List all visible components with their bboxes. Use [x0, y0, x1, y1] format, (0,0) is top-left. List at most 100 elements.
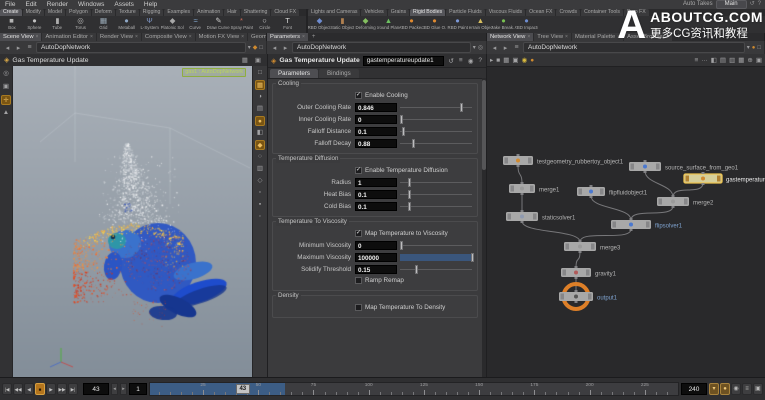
- forward-icon[interactable]: ▸: [281, 44, 290, 52]
- shelf-tool-ground-plane[interactable]: ▲Ground Plane: [377, 16, 400, 33]
- param-slider[interactable]: [400, 241, 472, 250]
- node-output-stub[interactable]: [579, 251, 582, 253]
- step-back-button[interactable]: ◀: [24, 383, 34, 395]
- param-tab-bindings[interactable]: Bindings: [319, 69, 359, 78]
- take-selector[interactable]: Main: [716, 0, 747, 9]
- net-grid-icon[interactable]: ▦: [503, 56, 509, 64]
- slider-handle[interactable]: [412, 139, 415, 148]
- shelf-tool-make-break-[interactable]: ●Make Break...: [492, 16, 515, 33]
- pane-tab-composite-view[interactable]: Composite View×: [142, 33, 195, 41]
- path-field[interactable]: AutoDopNetwork: [36, 42, 246, 53]
- node-flag-right[interactable]: [586, 270, 590, 276]
- move-tool-icon[interactable]: ✛: [1, 95, 11, 105]
- shelf-tab-pyro-fx[interactable]: Pyro FX: [624, 9, 649, 16]
- menu-assets[interactable]: Assets: [109, 0, 139, 9]
- shading-icon[interactable]: ◑: [255, 92, 265, 102]
- param-value-field[interactable]: 0.846: [355, 103, 397, 112]
- wireframe-icon[interactable]: ▤: [255, 104, 265, 114]
- net-more-icon[interactable]: ···: [701, 57, 708, 64]
- shelf-tool-metaball[interactable]: ●Metaball: [115, 16, 138, 33]
- compare-icon[interactable]: ≡: [458, 57, 464, 64]
- lock-icon[interactable]: □: [259, 45, 263, 51]
- param-slider[interactable]: [400, 139, 472, 148]
- pin-icon[interactable]: ◆: [253, 44, 258, 51]
- loop-mode-button[interactable]: ◉: [731, 383, 741, 395]
- checkbox[interactable]: ✓: [355, 92, 362, 99]
- shelf-tab-examples[interactable]: Examples: [164, 9, 193, 16]
- param-value-field[interactable]: 1: [355, 178, 397, 187]
- shelf-tab-lights-and-cameras[interactable]: Lights and Cameras: [308, 9, 360, 16]
- new-tab-button[interactable]: +: [673, 33, 683, 41]
- path-field[interactable]: AutoDopNetwork: [523, 42, 745, 53]
- history-icon[interactable]: ≡: [512, 44, 521, 51]
- net-rows-icon[interactable]: ▤: [720, 56, 726, 64]
- net-color-icon[interactable]: ●: [530, 57, 534, 64]
- net-cursor-icon[interactable]: ▸: [490, 56, 493, 64]
- info-icon[interactable]: ◉: [467, 57, 475, 65]
- close-icon[interactable]: ×: [36, 33, 39, 41]
- slider-handle[interactable]: [408, 190, 411, 199]
- net-thumb-icon[interactable]: ▦: [738, 56, 744, 64]
- node-input-stub[interactable]: [575, 266, 578, 268]
- misc-display-icon[interactable]: ◦: [255, 212, 265, 222]
- undo-icon[interactable]: ↺: [750, 0, 755, 9]
- menu-file[interactable]: File: [0, 0, 20, 9]
- node-output-stub[interactable]: [702, 183, 705, 185]
- pane-tab-render-view[interactable]: Render View×: [97, 33, 141, 41]
- parameter-scrollbar[interactable]: [482, 78, 486, 377]
- shelf-tab-viscous-fluids[interactable]: Viscous Fluids: [486, 9, 525, 16]
- param-slider[interactable]: [400, 103, 472, 112]
- node-flag-right[interactable]: [600, 189, 604, 195]
- shelf-tool-curve[interactable]: ≈Curve: [184, 16, 207, 33]
- net-cols-icon[interactable]: ▥: [729, 56, 735, 64]
- node-flag-left[interactable]: [613, 222, 617, 228]
- pane-tab-tree-view[interactable]: Tree View×: [534, 33, 571, 41]
- shelf-tool-terrain-object[interactable]: ▲Terrain Object: [469, 16, 492, 33]
- node-input-stub[interactable]: [590, 185, 593, 187]
- close-icon[interactable]: ×: [135, 33, 138, 41]
- help-icon[interactable]: ?: [758, 0, 761, 9]
- shelf-tool-spray-paint[interactable]: *Spray Paint: [230, 16, 253, 33]
- param-value-field[interactable]: 0: [355, 115, 397, 124]
- shelf-tool-rbd-object[interactable]: ◆RBD Object: [308, 16, 331, 33]
- shelf-tab-model[interactable]: Model: [45, 9, 65, 16]
- scene-viewport[interactable]: [13, 66, 252, 377]
- node-output-stub[interactable]: [630, 229, 633, 231]
- shelf-tool-rbd-paint[interactable]: ●RBD Paint: [446, 16, 469, 33]
- param-value-field[interactable]: 0.1: [355, 127, 397, 136]
- param-value-field[interactable]: 0.1: [355, 202, 397, 211]
- node-flag-right[interactable]: [591, 244, 595, 250]
- play-reverse-button[interactable]: ◀◀: [13, 383, 23, 395]
- stop-button[interactable]: ■: [35, 383, 45, 395]
- checkbox[interactable]: ✓: [355, 167, 362, 174]
- shelf-tool-circle[interactable]: ○Circle: [253, 16, 276, 33]
- forward-icon[interactable]: ▸: [501, 44, 510, 52]
- node-flag-right[interactable]: [684, 199, 688, 205]
- param-slider[interactable]: [400, 190, 472, 199]
- view-tool-icon[interactable]: ◎: [1, 69, 11, 79]
- node-output-stub[interactable]: [575, 301, 578, 303]
- pane-tab-geometry-spr-[interactable]: Geometry Spr...×: [248, 33, 267, 41]
- close-icon[interactable]: ×: [189, 33, 192, 41]
- points-icon[interactable]: ●: [255, 116, 265, 126]
- menu-edit[interactable]: Edit: [20, 0, 41, 9]
- node-name-field[interactable]: gastemperatureupdate1: [363, 56, 445, 66]
- shelf-tab-animation[interactable]: Animation: [194, 9, 223, 16]
- pane-tab-animation-editor[interactable]: Animation Editor×: [42, 33, 95, 41]
- slider-handle[interactable]: [400, 241, 403, 250]
- snapshot-icon[interactable]: ▣: [253, 56, 263, 64]
- dropdown-arrow-icon[interactable]: ▾: [747, 44, 750, 51]
- shelf-tool-rbd-impacts[interactable]: ●RBD Impacts: [515, 16, 538, 33]
- shelf-tab-rigging[interactable]: Rigging: [140, 9, 164, 16]
- fast-forward-button[interactable]: ▶▶: [57, 383, 67, 395]
- history-icon[interactable]: ≡: [25, 44, 34, 51]
- slider-handle[interactable]: [408, 178, 411, 187]
- node-flag-left[interactable]: [566, 244, 570, 250]
- node-flag-left[interactable]: [659, 199, 663, 205]
- node-input-stub[interactable]: [579, 240, 582, 242]
- snap-icon[interactable]: □: [255, 68, 265, 78]
- range-start-field[interactable]: 1: [129, 383, 147, 395]
- shelf-tab-hair[interactable]: Hair: [224, 9, 240, 16]
- shelf-tool-torus[interactable]: ◎Torus: [69, 16, 92, 33]
- net-flag-icon[interactable]: ◉: [522, 56, 528, 64]
